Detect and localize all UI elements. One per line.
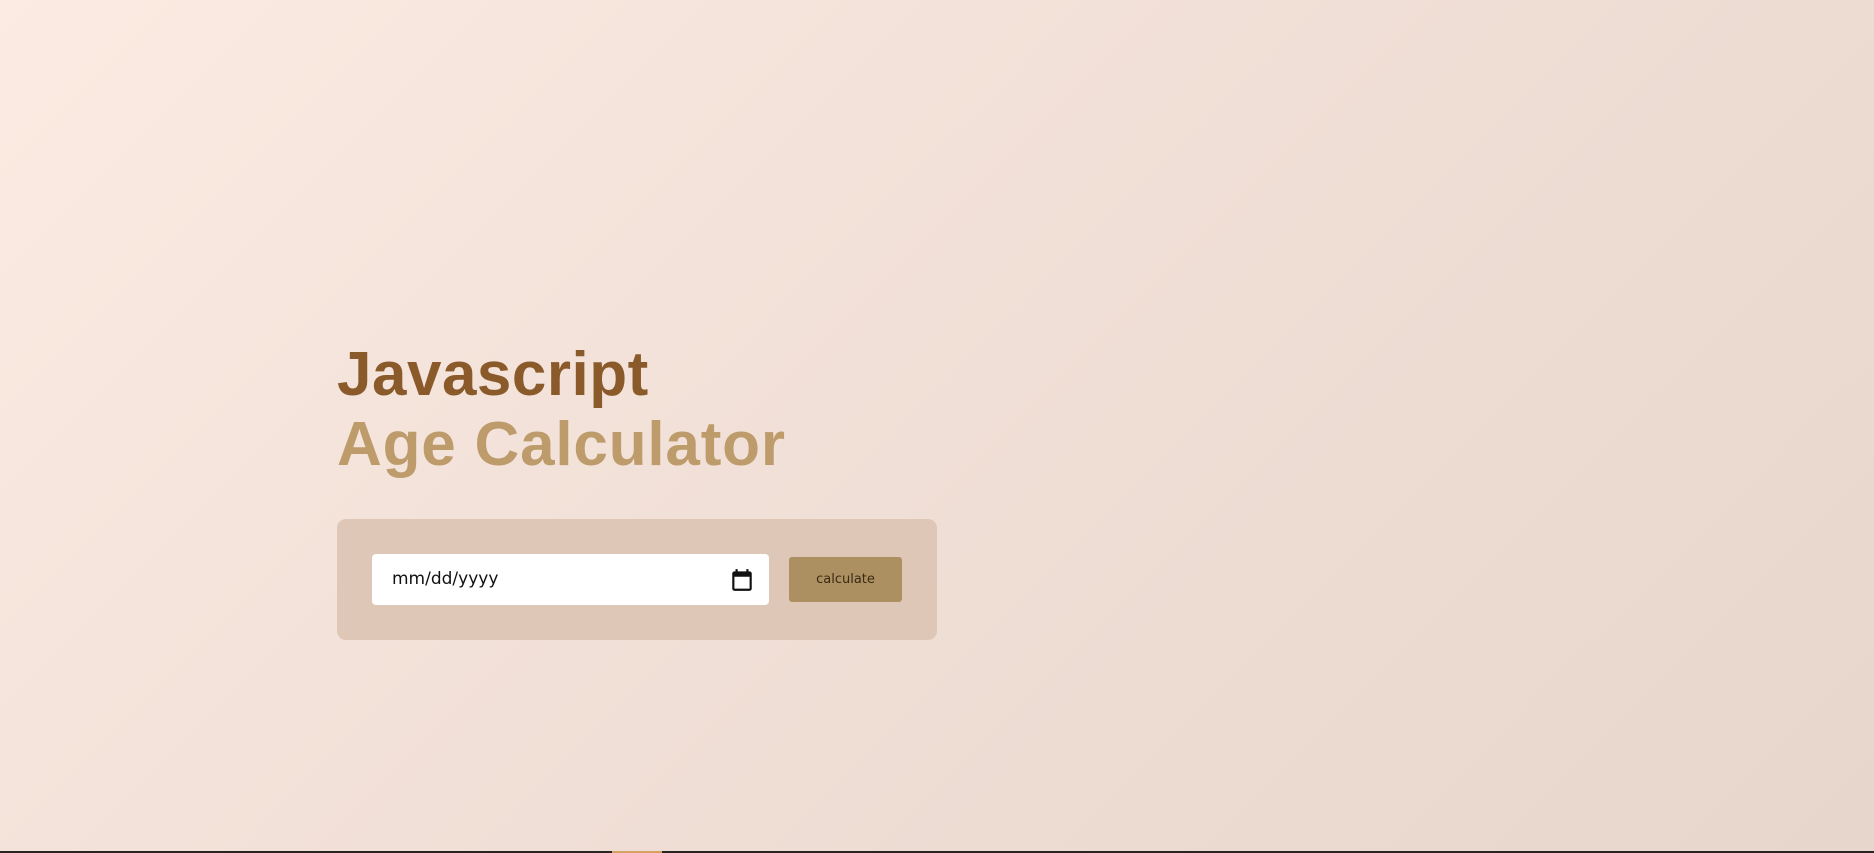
birthdate-input[interactable]: mm/dd/yyyy: [372, 554, 769, 605]
page-title-javascript: Javascript: [337, 340, 649, 409]
calendar-icon[interactable]: [729, 567, 755, 593]
calculate-button[interactable]: calculate: [789, 557, 902, 602]
birthdate-placeholder: mm/dd/yyyy: [392, 569, 499, 589]
page-title-age-calculator: Age Calculator: [337, 410, 786, 479]
hero-heading: Javascript Age Calculator: [337, 340, 786, 480]
page: { "header": { "title_line1": "Javascript…: [0, 0, 1874, 853]
calculator-panel: mm/dd/yyyy calculate: [337, 519, 937, 640]
